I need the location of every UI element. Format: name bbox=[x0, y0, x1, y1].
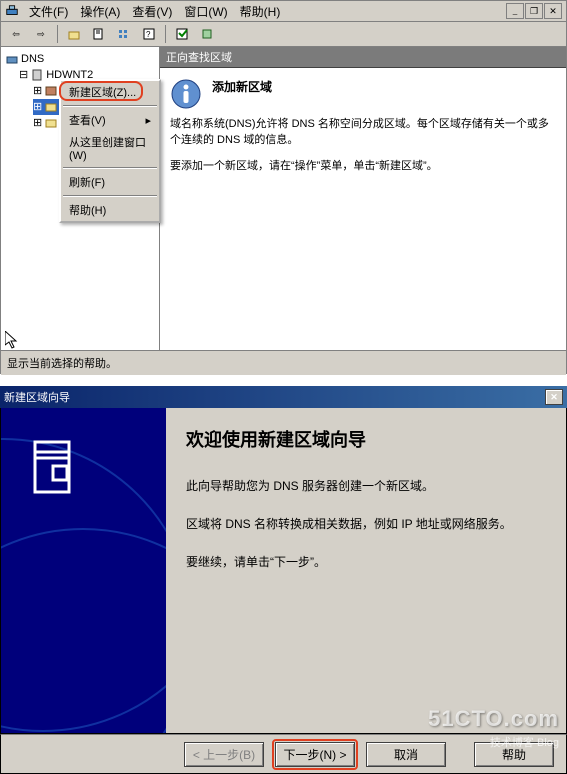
server-graphic-icon bbox=[29, 438, 79, 498]
menu-help[interactable]: 帮助(H) bbox=[240, 3, 281, 20]
menubar: 文件(F) 操作(A) 查看(V) 窗口(W) 帮助(H) _ ❐ ✕ bbox=[1, 1, 566, 22]
info-text-2: 要添加一个新区域，请在“操作”菜单，单击“新建区域”。 bbox=[170, 158, 556, 174]
help-button[interactable]: 帮助 bbox=[474, 742, 554, 767]
ctx-new-zone[interactable]: 新建区域(Z)... bbox=[61, 81, 159, 103]
folder-icon bbox=[44, 116, 58, 130]
right-body: 添加新区域 域名称系统(DNS)允许将 DNS 名称空间分成区域。每个区域存储有… bbox=[160, 68, 566, 350]
minimize-button[interactable]: _ bbox=[506, 3, 524, 19]
ctx-from-here[interactable]: 从这里创建窗口(W) bbox=[61, 131, 159, 165]
menu-operate[interactable]: 操作(A) bbox=[80, 3, 120, 20]
wizard-line-2: 区域将 DNS 名称转换成相关数据，例如 IP 地址或网络服务。 bbox=[186, 514, 546, 534]
export-button[interactable] bbox=[171, 23, 193, 45]
server-icon bbox=[30, 68, 44, 82]
right-panel: 正向查找区域 添加新区域 域名称系统(DNS)允许将 DNS 名称空间分成区域。… bbox=[160, 47, 566, 350]
wizard-footer: < 上一步(B) 下一步(N) > 取消 帮助 bbox=[0, 734, 567, 774]
info-title: 添加新区域 bbox=[170, 78, 556, 95]
statusbar: 显示当前选择的帮助。 bbox=[1, 350, 566, 375]
help-button[interactable] bbox=[196, 23, 218, 45]
refresh-button[interactable]: ? bbox=[138, 23, 160, 45]
wizard-title-text: 新建区域向导 bbox=[4, 389, 70, 405]
app-icon bbox=[5, 4, 19, 18]
context-menu: 新建区域(Z)... 查看(V)▸ 从这里创建窗口(W) 刷新(F) 帮助(H) bbox=[59, 79, 161, 223]
folder-icon bbox=[44, 100, 58, 114]
up-button[interactable] bbox=[63, 23, 85, 45]
wizard-body: 欢迎使用新建区域向导 此向导帮助您为 DNS 服务器创建一个新区域。 区域将 D… bbox=[0, 408, 567, 734]
ctx-refresh[interactable]: 刷新(F) bbox=[61, 171, 159, 193]
wizard-line-3: 要继续，请单击“下一步”。 bbox=[186, 552, 546, 572]
wizard-titlebar: 新建区域向导 ✕ bbox=[0, 386, 567, 408]
right-header: 正向查找区域 bbox=[160, 47, 566, 68]
menu-file[interactable]: 文件(F) bbox=[29, 3, 68, 20]
wizard-content: 欢迎使用新建区域向导 此向导帮助您为 DNS 服务器创建一个新区域。 区域将 D… bbox=[166, 408, 566, 733]
wizard-dialog: 新建区域向导 ✕ 欢迎使用新建区域向导 此向导帮助您为 DNS 服务器创建一个新… bbox=[0, 386, 567, 774]
tree-root[interactable]: DNS bbox=[5, 51, 155, 67]
forward-button[interactable]: ⇨ bbox=[30, 23, 52, 45]
book-icon bbox=[44, 84, 58, 98]
ctx-view[interactable]: 查看(V)▸ bbox=[61, 109, 159, 131]
props-button[interactable] bbox=[88, 23, 110, 45]
cursor-icon bbox=[5, 331, 19, 351]
back-button[interactable]: ⇦ bbox=[5, 23, 27, 45]
wizard-line-1: 此向导帮助您为 DNS 服务器创建一个新区域。 bbox=[186, 476, 546, 496]
wizard-heading: 欢迎使用新建区域向导 bbox=[186, 426, 546, 452]
ctx-help[interactable]: 帮助(H) bbox=[61, 199, 159, 221]
next-button[interactable]: 下一步(N) > bbox=[275, 742, 355, 767]
dns-icon bbox=[5, 52, 19, 66]
menu-view[interactable]: 查看(V) bbox=[132, 3, 172, 20]
toolbar: ⇦ ⇨ ? bbox=[1, 22, 566, 47]
restore-button[interactable]: ❐ bbox=[525, 3, 543, 19]
close-button[interactable]: ✕ bbox=[544, 3, 562, 19]
list-button[interactable] bbox=[113, 23, 135, 45]
cancel-button[interactable]: 取消 bbox=[366, 742, 446, 767]
dns-mmc-window: 文件(F) 操作(A) 查看(V) 窗口(W) 帮助(H) _ ❐ ✕ ⇦ ⇨ … bbox=[0, 0, 567, 374]
info-icon bbox=[170, 78, 202, 110]
next-highlight: 下一步(N) > bbox=[272, 739, 358, 770]
menu-window[interactable]: 窗口(W) bbox=[184, 3, 227, 20]
wizard-close-button[interactable]: ✕ bbox=[545, 389, 563, 405]
wizard-graphic bbox=[1, 408, 166, 733]
info-text-1: 域名称系统(DNS)允许将 DNS 名称空间分成区域。每个区域存储有关一个或多个… bbox=[170, 116, 556, 148]
window-buttons: _ ❐ ✕ bbox=[505, 3, 562, 19]
svg-text:?: ? bbox=[146, 30, 151, 39]
back-button[interactable]: < 上一步(B) bbox=[184, 742, 264, 767]
